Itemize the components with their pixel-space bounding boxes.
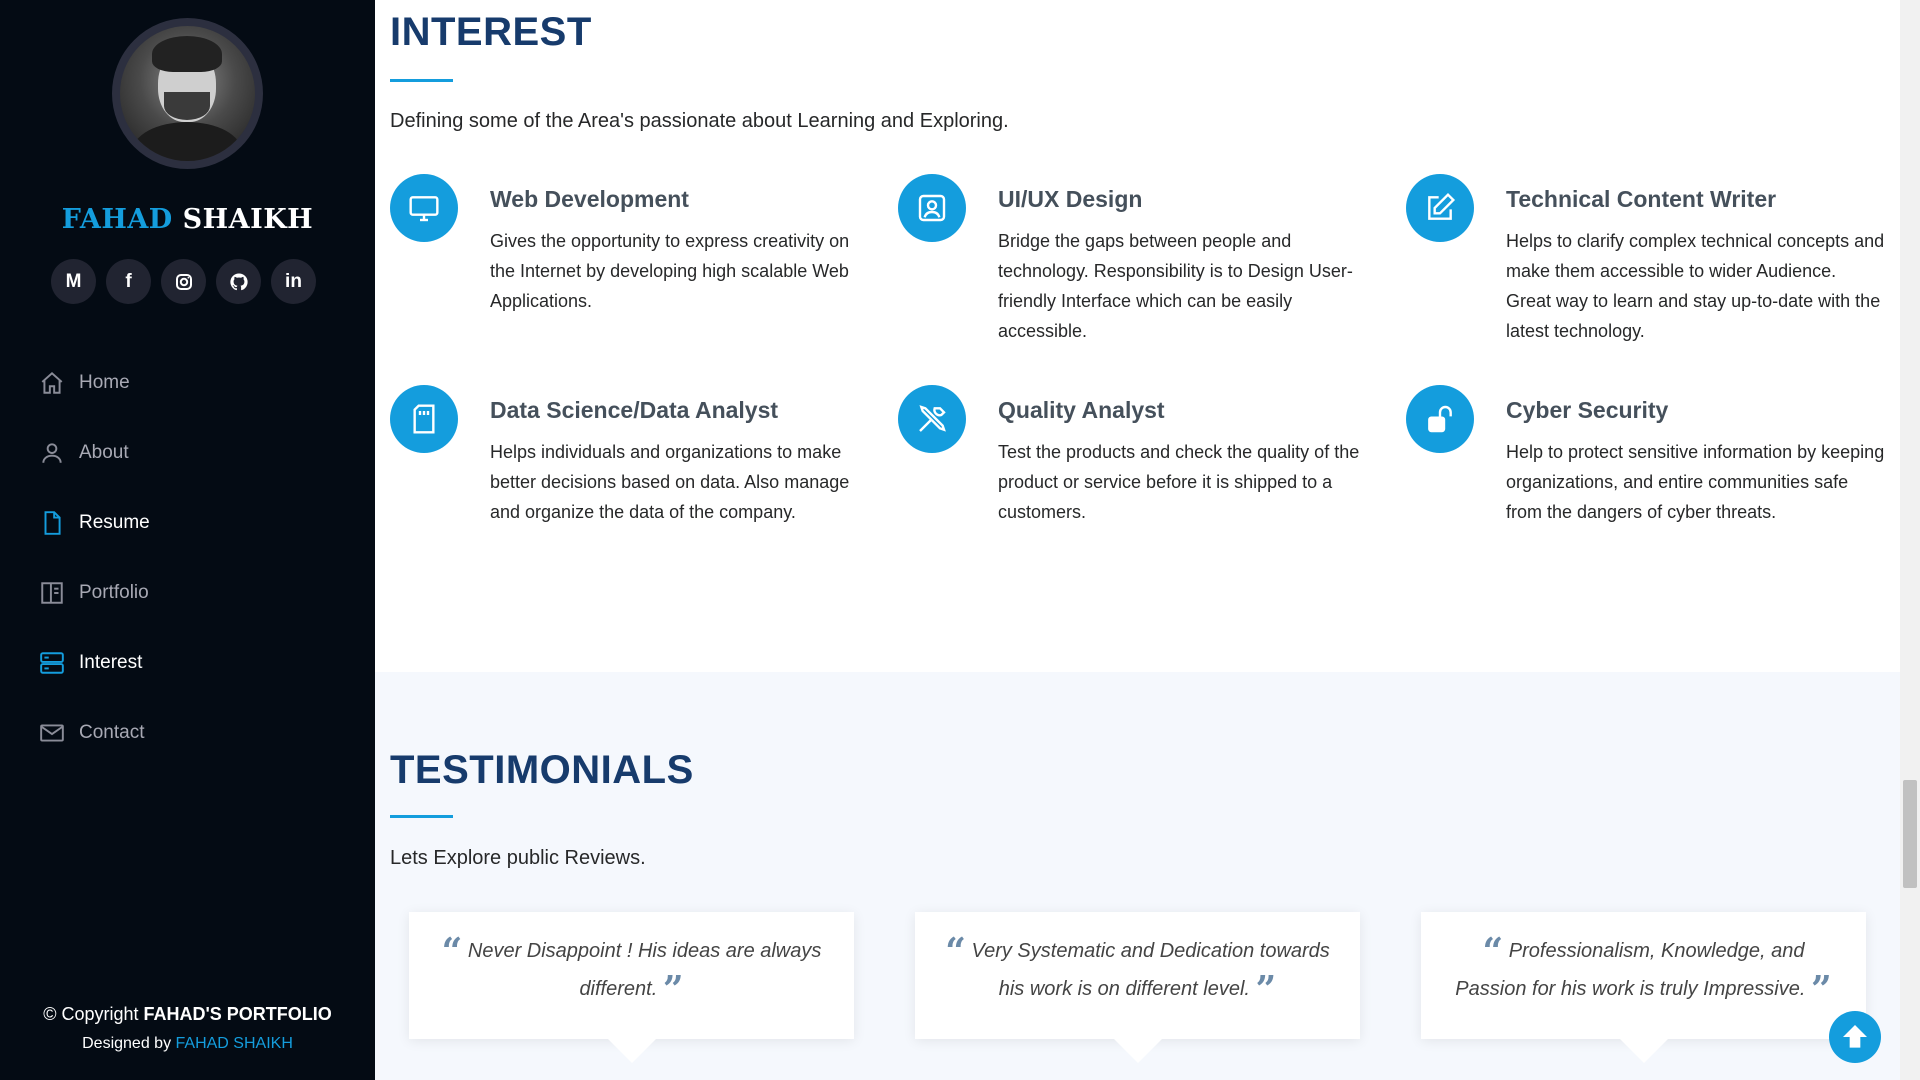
designer-link[interactable]: FAHAD SHAIKH xyxy=(176,1035,293,1052)
book-icon xyxy=(38,579,66,607)
sidebar: FAHAD SHAIKH M f in Home About Resume Po… xyxy=(0,0,375,1080)
monitor-icon xyxy=(390,174,458,242)
testimonial-text: Professionalism, Knowledge, and Passion … xyxy=(1455,940,1806,1000)
back-to-top-button[interactable] xyxy=(1829,1011,1881,1063)
testimonials-title-underline xyxy=(390,815,453,818)
testimonial-card: “ Professionalism, Knowledge, and Passio… xyxy=(1421,912,1866,1063)
interest-item-text: Gives the opportunity to express creativ… xyxy=(490,231,850,311)
envelope-icon xyxy=(38,719,66,747)
github-icon[interactable] xyxy=(216,259,261,304)
quote-close-icon: ” xyxy=(1255,968,1277,1011)
card-pointer xyxy=(607,1039,656,1063)
unlock-icon xyxy=(1406,385,1474,453)
interest-item-quality-analyst: Quality Analyst Test the products and ch… xyxy=(898,385,1378,585)
interest-item-web-development: Web Development Gives the opportunity to… xyxy=(390,174,870,374)
nav-item-contact[interactable]: Contact xyxy=(38,698,150,768)
profile-avatar xyxy=(112,18,263,169)
interest-item-text: Bridge the gaps between people and techn… xyxy=(998,231,1353,341)
interest-item-cyber-security: Cyber Security Help to protect sensitive… xyxy=(1406,385,1886,585)
nav-item-resume[interactable]: Resume xyxy=(38,488,150,558)
file-icon xyxy=(38,509,66,537)
credits: Designed by FAHAD SHAIKH xyxy=(82,1035,293,1052)
interest-item-data-science: Data Science/Data Analyst Helps individu… xyxy=(390,385,870,585)
social-links: M f in xyxy=(51,259,316,304)
interest-item-technical-content-writer: Technical Content Writer Helps to clarif… xyxy=(1406,174,1886,374)
nav-label-interest: Interest xyxy=(79,652,143,673)
profile-last-name: SHAIKH xyxy=(182,204,314,235)
nav-label-resume: Resume xyxy=(79,512,150,533)
testimonial-text: Never Disappoint ! His ideas are always … xyxy=(467,940,822,1000)
quote-open-icon: “ xyxy=(1482,930,1504,973)
interest-item-text: Help to protect sensitive information by… xyxy=(1506,442,1885,522)
nav-menu: Home About Resume Portfolio Interest Con… xyxy=(38,348,150,768)
testimonial-card: “ Very Systematic and Dedication towards… xyxy=(915,912,1360,1063)
interest-item-text: Helps individuals and organizations to m… xyxy=(490,442,850,522)
gmail-icon[interactable]: M xyxy=(51,259,96,304)
quote-open-icon: “ xyxy=(441,930,463,973)
nav-item-home[interactable]: Home xyxy=(38,348,150,418)
interest-item-title: Quality Analyst xyxy=(998,397,1165,423)
nav-item-about[interactable]: About xyxy=(38,418,150,488)
interest-description: Defining some of the Area's passionate a… xyxy=(390,110,1009,132)
nav-label-contact: Contact xyxy=(79,722,145,743)
nav-label-about: About xyxy=(79,442,129,463)
pencil-square-icon xyxy=(1406,174,1474,242)
main-content: INTEREST Defining some of the Area's pas… xyxy=(375,0,1900,1080)
copyright: © Copyright FAHAD'S PORTFOLIO xyxy=(43,1004,332,1024)
interest-item-title: Data Science/Data Analyst xyxy=(490,397,779,423)
person-badge-icon xyxy=(898,174,966,242)
profile-first-name: FAHAD xyxy=(61,204,173,235)
arrow-up-icon xyxy=(1843,1025,1867,1048)
facebook-icon[interactable]: f xyxy=(106,259,151,304)
testimonial-card: “ Never Disappoint ! His ideas are alway… xyxy=(409,912,854,1063)
testimonials-title: TESTIMONIALS xyxy=(390,748,694,792)
linkedin-icon[interactable]: in xyxy=(271,259,316,304)
home-icon xyxy=(38,369,66,397)
scrollbar-thumb[interactable] xyxy=(1903,780,1917,888)
card-pointer xyxy=(1619,1039,1668,1063)
card-pointer xyxy=(1113,1039,1162,1063)
quote-open-icon: “ xyxy=(945,930,966,973)
quote-close-icon: ” xyxy=(662,968,684,1011)
interest-item-title: Technical Content Writer xyxy=(1506,186,1777,212)
interest-item-text: Helps to clarify complex technical conce… xyxy=(1506,231,1885,341)
interest-title: INTEREST xyxy=(390,10,592,54)
nav-label-home: Home xyxy=(79,372,130,393)
interest-item-ui-ux-design: UI/UX Design Bridge the gaps between peo… xyxy=(898,174,1378,374)
interest-item-title: Web Development xyxy=(490,186,689,212)
page-scrollbar[interactable] xyxy=(1900,0,1920,1080)
nav-label-portfolio: Portfolio xyxy=(79,582,149,603)
sidebar-footer: © Copyright FAHAD'S PORTFOLIO Designed b… xyxy=(0,1004,375,1053)
instagram-icon[interactable] xyxy=(161,259,206,304)
nav-item-portfolio[interactable]: Portfolio xyxy=(38,558,150,628)
interest-item-title: UI/UX Design xyxy=(998,186,1143,212)
profile-name[interactable]: FAHAD SHAIKH xyxy=(0,204,375,235)
interest-item-text: Test the products and check the quality … xyxy=(998,442,1360,522)
quote-close-icon: ” xyxy=(1810,968,1832,1011)
copyright-name: FAHAD'S PORTFOLIO xyxy=(143,1004,332,1024)
tools-icon xyxy=(898,385,966,453)
interest-item-title: Cyber Security xyxy=(1506,397,1669,423)
person-icon xyxy=(38,439,66,467)
sd-card-icon xyxy=(390,385,458,453)
server-icon xyxy=(38,649,66,677)
nav-item-interest[interactable]: Interest xyxy=(38,628,150,698)
testimonials-description: Lets Explore public Reviews. xyxy=(390,847,646,869)
interest-title-underline xyxy=(390,79,453,82)
